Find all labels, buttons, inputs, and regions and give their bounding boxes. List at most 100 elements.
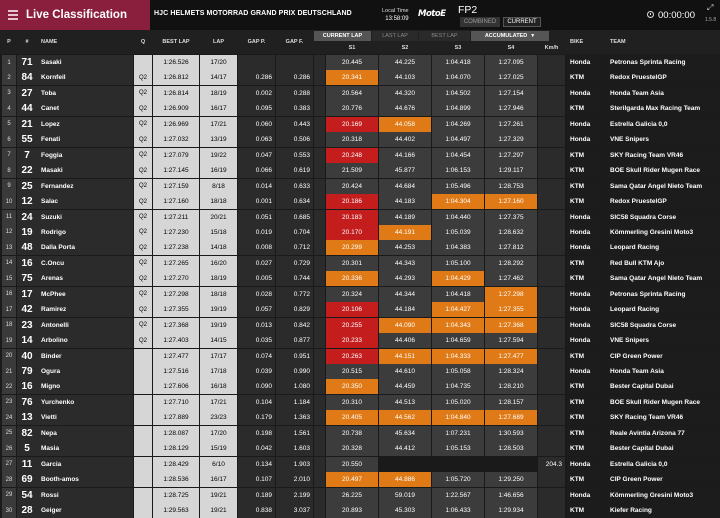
table-row[interactable]: 30 28 Geiger 1:29.563 19/21 0.838 3.037 20.893 4… — [0, 503, 720, 518]
table-row[interactable]: 23 76 Yurchenko 1:27.710 17/21 0.104 1.184 20.3… — [0, 394, 720, 410]
table-row[interactable]: 18 23 Antonelli Q2 1:27.368 19/19 0.013 0.842 20… — [0, 317, 720, 333]
table-row[interactable]: 20 40 Binder 1:27.477 17/17 0.074 0.951 20.263 4… — [0, 348, 720, 364]
table-row[interactable]: 12 19 Rodrigo Q2 1:27.230 15/18 0.019 0.704 20.1… — [0, 224, 720, 240]
bike-cell: KTM — [567, 441, 606, 457]
speed-cell — [538, 410, 565, 426]
table-row[interactable]: 29 54 Rossi 1:28.725 19/21 0.189 2.199 26.225 59… — [0, 487, 720, 503]
sector-s1-cell: 20.350 — [326, 379, 378, 395]
rider-number: 76 — [21, 396, 33, 408]
gap-first-cell: 0.553 — [276, 147, 313, 163]
sector-s3-cell: 1:07.231 — [432, 425, 484, 441]
lap-count-cell: 17/18 — [200, 364, 237, 379]
lap-count-cell: 14/17 — [200, 70, 237, 86]
position-cell: 6 — [2, 132, 16, 148]
bike-cell: Honda — [567, 85, 606, 101]
col-team: TEAM — [610, 39, 626, 45]
table-row[interactable]: 14 16 C.Oncu Q2 1:27.265 16/20 0.027 0.729 20.30… — [0, 255, 720, 271]
current-toggle[interactable]: CURRENT — [503, 17, 541, 27]
table-row[interactable]: 4 44 Canet Q2 1:26.909 16/17 0.095 0.383 20.776 4… — [0, 101, 720, 117]
sector-s1-cell: 20.263 — [326, 348, 378, 364]
table-row[interactable]: 25 82 Nepa 1:28.087 17/20 0.198 1.561 20.738 45.… — [0, 425, 720, 441]
tab-current-lap[interactable]: CURRENT LAP — [314, 31, 371, 41]
position-cell: 5 — [2, 116, 16, 132]
sector-s2-cell: 44.184 — [379, 302, 431, 318]
table-row[interactable]: 17 42 Ramirez Q2 1:27.355 19/19 0.057 0.829 20.1… — [0, 302, 720, 318]
table-row[interactable]: 26 5 Masia 1:28.129 15/19 0.042 1.603 20.328 44.… — [0, 441, 720, 457]
speed-cell — [538, 240, 565, 256]
bike-cell: KTM — [567, 425, 606, 441]
table-row[interactable]: 13 48 Dalla Porta Q2 1:27.238 14/18 0.008 0.712… — [0, 240, 720, 256]
sector-s3-cell: 1:05.100 — [432, 255, 484, 271]
accumulated-select[interactable]: ACCUMULATED ▼ — [471, 31, 549, 41]
sector-s4-cell: 1:27.297 — [485, 147, 537, 163]
table-row[interactable]: 9 25 Fernandez Q2 1:27.159 8/18 0.014 0.633 20.4… — [0, 178, 720, 194]
sector-s3-cell: 1:04.418 — [432, 55, 484, 70]
qualifying-cell: Q2 — [134, 333, 152, 349]
position-cell: 3 — [2, 85, 16, 101]
table-row[interactable]: 28 69 Booth-amos 1:28.536 16/17 0.107 2.010 20.… — [0, 472, 720, 488]
table-row[interactable]: 10 12 Salac Q2 1:27.160 18/18 0.001 0.634 20.186… — [0, 194, 720, 210]
gap-first-cell: 3.037 — [276, 503, 313, 518]
tab-best-lap[interactable]: BEST LAP — [419, 31, 470, 41]
table-row[interactable]: 5 21 Lopez Q2 1:26.969 17/21 0.060 0.443 20.169 4… — [0, 116, 720, 132]
qualifying-cell: Q2 — [134, 209, 152, 225]
table-row[interactable]: 22 16 Migno 1:27.606 16/18 0.090 1.080 20.350 44… — [0, 379, 720, 395]
best-lap-cell: 1:28.129 — [153, 441, 199, 457]
gap-first-cell: 0.506 — [276, 132, 313, 148]
gap-prev-cell: 0.189 — [238, 487, 275, 503]
team-cell: Red Bull KTM Ajo — [607, 255, 720, 271]
sector-s1-cell: 20.328 — [326, 441, 378, 457]
expand-icon[interactable]: ⤢ — [707, 3, 713, 13]
table-row[interactable]: 2 84 Kornfeil Q2 1:26.812 14/17 0.286 0.286 20.3… — [0, 70, 720, 86]
sector-spacer — [314, 441, 325, 457]
best-lap-cell: 1:27.368 — [153, 317, 199, 333]
qualifying-cell: Q2 — [134, 132, 152, 148]
gap-first-cell: 0.951 — [276, 348, 313, 364]
table-row[interactable]: 24 13 Vietti 1:27.889 23/23 0.179 1.363 20.405 4… — [0, 410, 720, 426]
gap-prev-cell: 0.090 — [238, 379, 275, 395]
table-row[interactable]: 27 11 Garcia 1:28.429 6/10 0.134 1.903 20.550 20… — [0, 456, 720, 472]
table-row[interactable]: 21 79 Ogura 1:27.516 17/18 0.039 0.990 20.515 44… — [0, 364, 720, 379]
team-cell: Redox PruestelGP — [607, 70, 720, 86]
rider-name: Foggia — [41, 151, 63, 159]
sector-spacer — [314, 70, 325, 86]
table-row[interactable]: 6 55 Fenati Q2 1:27.032 13/19 0.063 0.506 20.318… — [0, 132, 720, 148]
sector-s1-cell: 20.299 — [326, 240, 378, 256]
speed-cell — [538, 147, 565, 163]
table-row[interactable]: 11 24 Suzuki Q2 1:27.211 20/21 0.051 0.685 20.18… — [0, 209, 720, 225]
sector-s3-cell: 1:05.720 — [432, 472, 484, 488]
table-row[interactable]: 1 71 Sasaki 1:26.526 17/20 20.445 44.225 1:04.4… — [0, 55, 720, 70]
bike-cell: Honda — [567, 456, 606, 472]
gap-first-cell: 0.288 — [276, 85, 313, 101]
motoe-logo: MotoE — [418, 9, 446, 19]
team-cell: Redox PruestelGP — [607, 194, 720, 210]
sector-s3-cell: 1:04.440 — [432, 209, 484, 225]
best-lap-cell: 1:29.563 — [153, 503, 199, 518]
combined-toggle[interactable]: COMBINED — [460, 17, 500, 27]
lap-count-cell: 17/21 — [200, 394, 237, 410]
gap-first-cell: 0.704 — [276, 224, 313, 240]
lap-count-cell: 16/18 — [200, 379, 237, 395]
speed-cell — [538, 271, 565, 287]
table-row[interactable]: 7 7 Foggia Q2 1:27.079 19/22 0.047 0.553 20.248 4… — [0, 147, 720, 163]
qualifying-cell: Q2 — [134, 240, 152, 256]
gap-first-cell: 1.363 — [276, 410, 313, 426]
sector-spacer — [314, 456, 325, 472]
table-row[interactable]: 15 75 Arenas Q2 1:27.270 18/19 0.005 0.744 20.33… — [0, 271, 720, 287]
team-cell: VNE Snipers — [607, 333, 720, 349]
team-cell: SIC58 Squadra Corse — [607, 209, 720, 225]
table-row[interactable]: 16 17 McPhee Q2 1:27.298 18/18 0.028 0.772 20.32… — [0, 286, 720, 302]
tab-last-lap[interactable]: LAST LAP — [372, 31, 418, 41]
menu-icon[interactable] — [0, 10, 26, 20]
table-row[interactable]: 3 27 Toba Q2 1:26.814 18/19 0.002 0.288 20.564 44… — [0, 85, 720, 101]
gap-first-cell: 0.829 — [276, 302, 313, 318]
bike-cell: Honda — [567, 240, 606, 256]
speed-cell — [538, 194, 565, 210]
rider-name: Suzuki — [41, 213, 62, 221]
sector-s4-cell: 1:27.298 — [485, 286, 537, 302]
lap-count-cell: 17/17 — [200, 348, 237, 364]
table-row[interactable]: 19 14 Arbolino Q2 1:27.403 14/15 0.035 0.877 20.… — [0, 333, 720, 349]
best-lap-cell: 1:27.145 — [153, 163, 199, 179]
sector-s2-cell: 44.103 — [379, 70, 431, 86]
table-row[interactable]: 8 22 Masaki Q2 1:27.145 16/19 0.066 0.619 21.509… — [0, 163, 720, 179]
